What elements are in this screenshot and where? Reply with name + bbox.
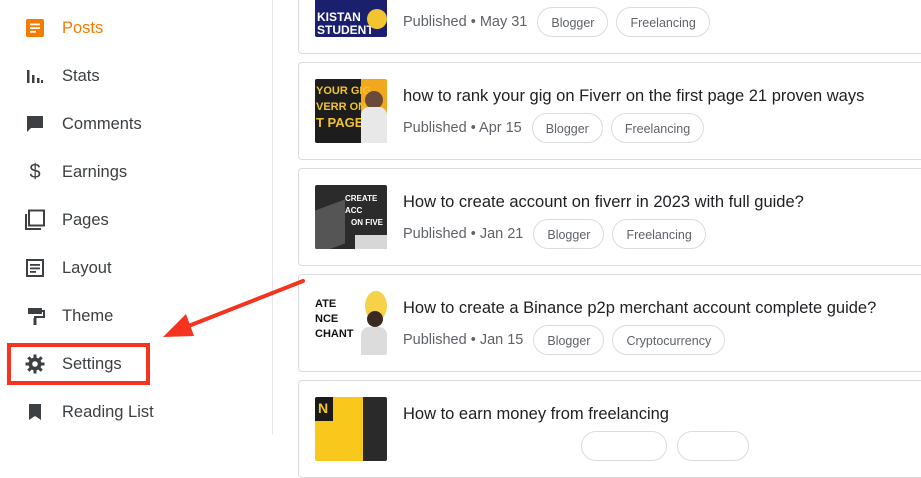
post-meta: Published • Apr 15 Blogger Freelancing: [403, 113, 712, 143]
sidebar-item-label: Earnings: [62, 162, 128, 181]
settings-highlight-box: [7, 343, 150, 385]
sidebar-item-comments[interactable]: Comments: [0, 100, 272, 148]
posts-icon: [24, 17, 46, 39]
post-title[interactable]: How to create account on fiverr in 2023 …: [403, 193, 804, 212]
sidebar-item-posts[interactable]: Posts: [0, 4, 272, 52]
sidebar-item-theme[interactable]: Theme: [0, 292, 272, 340]
label-chip[interactable]: Blogger: [533, 325, 605, 355]
post-card[interactable]: ATE NCE CHANT How to create a Binance p2…: [298, 274, 921, 372]
post-meta: Published • Jan 15 Blogger Cryptocurrenc…: [403, 325, 733, 355]
post-card[interactable]: CREATE ACC ON FIVE How to create account…: [298, 168, 921, 266]
sidebar-item-layout[interactable]: Layout: [0, 244, 272, 292]
thumbnail-text: CHANT: [315, 328, 354, 340]
label-chip[interactable]: Blogger: [537, 7, 609, 37]
layout-icon: [24, 257, 46, 279]
thumbnail-text: CREATE ACC: [345, 194, 378, 215]
sidebar-item-reading-list[interactable]: Reading List: [0, 388, 272, 436]
comments-icon: [24, 113, 46, 135]
post-thumbnail: ATE NCE CHANT: [315, 291, 387, 355]
label-chip[interactable]: Freelancing: [610, 113, 705, 143]
thumbnail-text: ON FIVE: [351, 218, 384, 227]
post-status: Published • May 31: [403, 14, 528, 30]
stats-icon: [24, 65, 46, 87]
label-chip[interactable]: [677, 431, 749, 461]
post-thumbnail: KISTAN STUDENT: [315, 0, 387, 37]
thumbnail-text: YOUR GIG: [316, 85, 372, 97]
bookmark-icon: [24, 401, 46, 423]
thumbnail-text: N: [318, 400, 329, 416]
post-title[interactable]: How to create a Binance p2p merchant acc…: [403, 299, 876, 318]
sidebar-item-label: Pages: [62, 210, 109, 229]
label-chip[interactable]: Blogger: [533, 219, 605, 249]
dollar-icon: $: [29, 160, 41, 183]
post-card[interactable]: KISTAN STUDENT Published • May 31 Blogge…: [298, 0, 921, 54]
post-card[interactable]: N How to earn money from freelancing: [298, 380, 921, 478]
post-meta: Published • Jan 21 Blogger Freelancing: [403, 219, 714, 249]
sidebar-item-label: Comments: [62, 114, 142, 133]
paint-roller-icon: [24, 305, 46, 327]
post-status: Published • Jan 21: [403, 226, 524, 242]
post-card[interactable]: YOUR GIG VERR ON T PAGE how to rank your…: [298, 62, 921, 160]
label-chip[interactable]: Freelancing: [616, 7, 710, 37]
sidebar-item-label: Layout: [62, 258, 112, 277]
label-chip[interactable]: [581, 431, 667, 461]
thumbnail-text: NCE: [315, 313, 339, 325]
sidebar-item-label: Reading List: [62, 402, 154, 421]
label-chip[interactable]: Freelancing: [612, 219, 706, 249]
label-chip[interactable]: Blogger: [531, 113, 603, 143]
post-title[interactable]: How to earn money from freelancing: [403, 405, 669, 424]
label-chip[interactable]: Cryptocurrency: [612, 325, 726, 355]
post-title[interactable]: how to rank your gig on Fiverr on the fi…: [403, 87, 864, 106]
thumbnail-text: STUDENT: [317, 23, 374, 37]
post-thumbnail: N: [315, 397, 387, 461]
thumbnail-text: ATE: [315, 298, 337, 310]
post-meta: Published • May 31 Blogger Freelancing: [403, 7, 718, 37]
sidebar-item-stats[interactable]: Stats: [0, 52, 272, 100]
sidebar-item-label: Theme: [62, 306, 114, 325]
post-thumbnail: CREATE ACC ON FIVE: [315, 185, 387, 249]
sidebar-item-pages[interactable]: Pages: [0, 196, 272, 244]
pages-icon: [24, 209, 46, 231]
post-thumbnail: YOUR GIG VERR ON T PAGE: [315, 79, 387, 143]
sidebar-item-label: Posts: [62, 18, 104, 37]
post-status: Published • Apr 15: [403, 120, 522, 136]
sidebar-item-earnings[interactable]: $ Earnings: [0, 148, 272, 196]
sidebar-item-label: Stats: [62, 66, 100, 85]
post-status: Published • Jan 15: [403, 332, 524, 348]
